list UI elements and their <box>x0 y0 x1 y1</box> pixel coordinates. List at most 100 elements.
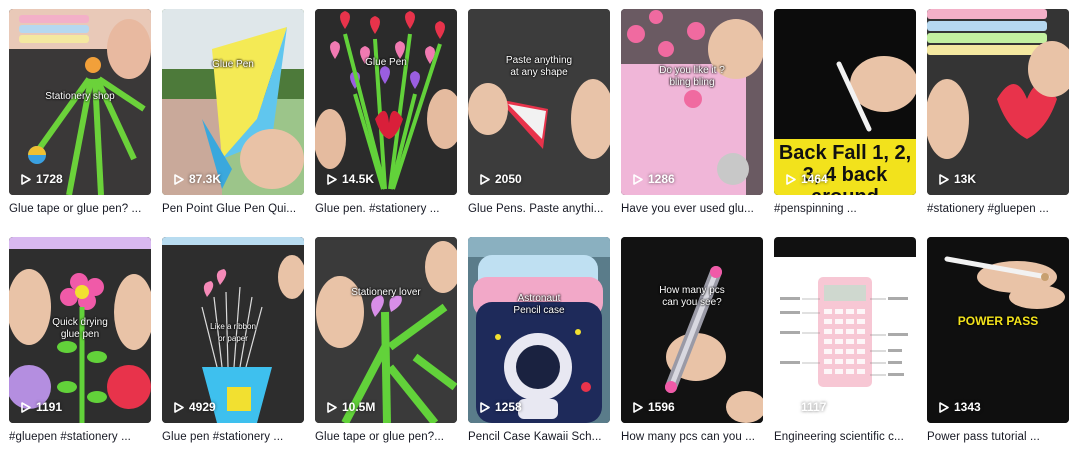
video-overlay-text: Do you like it ? bling bling <box>659 65 725 88</box>
video-thumbnail[interactable]: Stationery shop 1728 <box>9 9 151 195</box>
video-caption[interactable]: #gluepen #stationery ... <box>9 431 151 443</box>
video-overlay-text: How many pcs can you see? <box>659 285 725 308</box>
thumbnail-art <box>927 9 1069 195</box>
thumbnail-art <box>927 237 1069 423</box>
thumbnail-art <box>315 9 457 195</box>
video-caption[interactable]: Glue pen. #stationery ... <box>315 203 457 215</box>
play-icon <box>21 401 31 413</box>
video-thumbnail[interactable]: Quick drying glue pen 1191 <box>9 237 151 423</box>
video-overlay-text: Stationery shop <box>45 91 115 102</box>
view-count: 1728 <box>21 172 63 186</box>
video-card[interactable]: Back Fall 1, 2, 3, 4 back around 1464 #p… <box>774 9 916 215</box>
video-overlay-text: Glue Pen <box>212 59 254 70</box>
view-count-label: 1596 <box>648 400 675 414</box>
video-card[interactable]: Like a ribbon or paper 4929 Glue pen #st… <box>162 237 304 443</box>
video-thumbnail[interactable]: Glue Pen 87.3K <box>162 9 304 195</box>
view-count: 1191 <box>21 400 62 414</box>
video-caption[interactable]: Pen Point Glue Pen Qui... <box>162 203 304 215</box>
video-overlay-text: Like a ribbon or paper <box>210 322 256 343</box>
video-thumbnail[interactable]: Paste anything at any shape 2050 <box>468 9 610 195</box>
thumbnail-art <box>774 237 916 423</box>
video-caption[interactable]: #stationery #gluepen ... <box>927 203 1069 215</box>
video-caption[interactable]: #penspinning ... <box>774 203 916 215</box>
view-count-label: 1464 <box>801 172 828 186</box>
thumbnail-art <box>621 9 763 195</box>
video-thumbnail[interactable]: POWER PASS 1343 <box>927 237 1069 423</box>
video-thumbnail[interactable]: Astronaut Pencil case 1258 <box>468 237 610 423</box>
view-count-label: 13K <box>954 172 977 186</box>
view-count: 13K <box>939 172 976 186</box>
video-card[interactable]: Astronaut Pencil case 1258 Pencil Case K… <box>468 237 610 443</box>
video-grid: Stationery shop 1728 Glue tape or glue p… <box>0 0 1080 450</box>
view-count-label: 4929 <box>189 400 216 414</box>
video-overlay-text: Astronaut Pencil case <box>513 293 565 316</box>
thumbnail-art <box>621 237 763 423</box>
video-card[interactable]: POWER PASS 1343 Power pass tutorial ... <box>927 237 1069 443</box>
view-count: 2050 <box>480 172 522 186</box>
video-thumbnail[interactable]: Glue Pen 14.5K <box>315 9 457 195</box>
view-count-label: 1117 <box>801 400 827 414</box>
video-caption[interactable]: Pencil Case Kawaii Sch... <box>468 431 610 443</box>
video-thumbnail[interactable]: Like a ribbon or paper 4929 <box>162 237 304 423</box>
video-card[interactable]: Quick drying glue pen 1191 #gluepen #sta… <box>9 237 151 443</box>
video-overlay-text: Back Fall 1, 2, 3, 4 back around <box>778 142 912 195</box>
view-count-label: 1728 <box>36 172 63 186</box>
play-icon <box>633 401 643 413</box>
view-count: 87.3K <box>174 172 221 186</box>
video-card[interactable]: 1117 Engineering scientific c... <box>774 237 916 443</box>
video-overlay-text: Quick drying glue pen <box>52 317 108 340</box>
video-card[interactable]: Glue Pen 87.3K Pen Point Glue Pen Qui... <box>162 9 304 215</box>
video-caption[interactable]: Power pass tutorial ... <box>927 431 1069 443</box>
video-caption[interactable]: Glue Pens. Paste anythi... <box>468 203 610 215</box>
view-count: 1286 <box>633 172 675 186</box>
video-overlay-text: Paste anything at any shape <box>505 55 573 78</box>
video-caption[interactable]: Glue tape or glue pen?... <box>315 431 457 443</box>
video-overlay-text: Stationery lover <box>351 287 421 298</box>
video-card[interactable]: Paste anything at any shape 2050 Glue Pe… <box>468 9 610 215</box>
video-thumbnail[interactable]: How many pcs can you see? 1596 <box>621 237 763 423</box>
view-count: 1596 <box>633 400 675 414</box>
video-thumbnail[interactable]: Back Fall 1, 2, 3, 4 back around 1464 <box>774 9 916 195</box>
play-icon <box>939 401 949 413</box>
play-icon <box>174 173 184 185</box>
play-icon <box>786 401 796 413</box>
view-count-label: 10.5M <box>342 400 376 414</box>
view-count-label: 2050 <box>495 172 522 186</box>
play-icon <box>174 401 184 413</box>
video-card[interactable]: 13K #stationery #gluepen ... <box>927 9 1069 215</box>
thumbnail-art <box>468 9 610 195</box>
video-thumbnail[interactable]: 13K <box>927 9 1069 195</box>
video-card[interactable]: Stationery shop 1728 Glue tape or glue p… <box>9 9 151 215</box>
play-icon <box>327 173 337 185</box>
view-count: 14.5K <box>327 172 374 186</box>
video-card[interactable]: Glue Pen 14.5K Glue pen. #stationery ... <box>315 9 457 215</box>
video-caption[interactable]: Glue tape or glue pen? ... <box>9 203 151 215</box>
play-icon <box>480 173 490 185</box>
view-count-label: 14.5K <box>342 172 375 186</box>
video-caption[interactable]: How many pcs can you ... <box>621 431 763 443</box>
play-icon <box>21 173 31 185</box>
view-count-label: 1191 <box>36 400 63 414</box>
play-icon <box>786 173 796 185</box>
thumbnail-art <box>468 237 610 423</box>
video-caption[interactable]: Engineering scientific c... <box>774 431 916 443</box>
view-count: 4929 <box>174 400 216 414</box>
view-count: 1117 <box>786 400 826 414</box>
video-card[interactable]: Do you like it ? bling bling 1286 Have y… <box>621 9 763 215</box>
view-count-label: 1286 <box>648 172 675 186</box>
play-icon <box>327 401 337 413</box>
view-count-label: 1258 <box>495 400 522 414</box>
view-count-label: 1343 <box>954 400 981 414</box>
view-count-label: 87.3K <box>189 172 222 186</box>
video-caption[interactable]: Have you ever used glu... <box>621 203 763 215</box>
video-thumbnail[interactable]: Do you like it ? bling bling 1286 <box>621 9 763 195</box>
video-card[interactable]: Stationery lover 10.5M Glue tape or glue… <box>315 237 457 443</box>
view-count: 10.5M <box>327 400 375 414</box>
video-caption[interactable]: Glue pen #stationery ... <box>162 431 304 443</box>
video-card[interactable]: How many pcs can you see? 1596 How many … <box>621 237 763 443</box>
video-thumbnail[interactable]: 1117 <box>774 237 916 423</box>
video-overlay-text: POWER PASS <box>957 314 1039 328</box>
video-thumbnail[interactable]: Stationery lover 10.5M <box>315 237 457 423</box>
video-overlay-text: Glue Pen <box>365 57 407 68</box>
view-count: 1258 <box>480 400 522 414</box>
